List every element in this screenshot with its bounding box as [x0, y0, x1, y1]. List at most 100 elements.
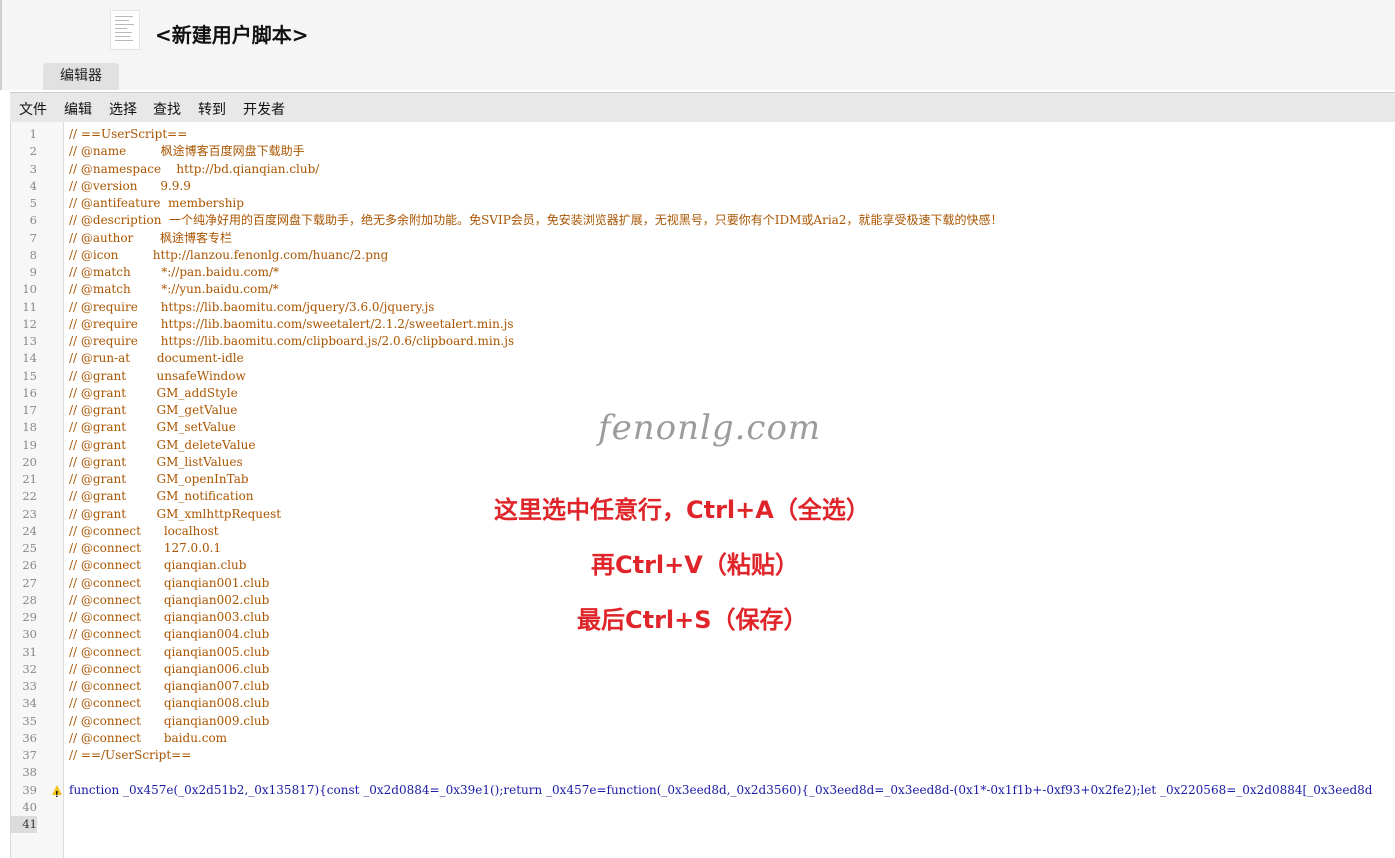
code-text: // @grant GM_getValue [69, 403, 238, 417]
warning-icon[interactable] [52, 784, 62, 803]
line-number: 28 [22, 592, 37, 607]
code-line[interactable]: 9 // @match *://pan.baidu.com/* [11, 264, 1395, 281]
line-number: 16 [22, 385, 37, 400]
line-number: 22 [22, 489, 37, 504]
code-line[interactable]: 2 // @name 枫途博客百度网盘下载助手 [11, 143, 1395, 160]
code-text: // @match *://pan.baidu.com/* [69, 265, 279, 279]
code-line[interactable]: 36 // @connect baidu.com [11, 730, 1395, 747]
code-text: function _0x457e(_0x2d51b2,_0x135817){co… [69, 782, 1373, 797]
menu-developer[interactable]: 开发者 [243, 99, 285, 119]
code-text: // @connect qianqian005.club [69, 644, 270, 659]
line-number: 33 [22, 679, 37, 693]
menu-bar: 文件 编辑 选择 查找 转到 开发者 [10, 92, 1395, 123]
code-text: // @icon http://lanzou.fenonlg.com/huanc… [69, 247, 389, 262]
menu-select[interactable]: 选择 [109, 99, 137, 119]
code-line[interactable]: 6 // @description 一个纯净好用的百度网盘下载助手，绝无多余附加功… [11, 212, 1395, 229]
line-number: 9 [29, 265, 37, 279]
line-number: 25 [22, 541, 37, 555]
code-line[interactable]: 39 function _0x457e(_0x2d51b2,_0x135817){… [11, 782, 1395, 803]
code-line[interactable]: 8 // @icon http://lanzou.fenonlg.com/huan… [11, 247, 1395, 264]
code-text: // @namespace http://bd.qianqian.club/ [69, 161, 320, 176]
code-text: // @version 9.9.9 [69, 178, 191, 193]
code-line[interactable]: 16 // @grant GM_addStyle [11, 385, 1395, 402]
line-number: 27 [22, 575, 37, 590]
code-text: // @grant GM_notification [69, 489, 254, 504]
line-number: 39 [22, 782, 37, 797]
code-line[interactable]: 33 // @connect qianqian007.club [11, 678, 1395, 695]
code-line[interactable]: 15 // @grant unsafeWindow [11, 368, 1395, 385]
window-edge [0, 0, 2, 90]
line-number: 6 [29, 213, 37, 228]
line-number: 32 [22, 661, 37, 676]
code-text: // @grant unsafeWindow [69, 368, 246, 383]
code-text: // @grant GM_deleteValue [69, 437, 256, 452]
code-text: // @grant GM_listValues [69, 454, 243, 469]
code-text: // @require https://lib.baomitu.com/jque… [69, 299, 435, 314]
tab-editor[interactable]: 编辑器 [43, 63, 119, 90]
code-line[interactable]: 5 // @antifeature membership [11, 195, 1395, 212]
line-number: 34 [22, 696, 37, 711]
code-text: // ==UserScript== [69, 127, 188, 141]
code-text: // @description 一个纯净好用的百度网盘下载助手，绝无多余附加功能… [69, 213, 1003, 228]
code-line[interactable]: 13 // @require https://lib.baomitu.com/cl… [11, 333, 1395, 350]
code-line[interactable]: 10 // @match *://yun.baidu.com/* [11, 281, 1395, 298]
code-line[interactable]: 11 // @require https://lib.baomitu.com/jq… [11, 299, 1395, 316]
code-text: // @run-at document-idle [69, 351, 244, 366]
line-number: 3 [29, 161, 37, 176]
code-line[interactable]: 32 // @connect qianqian006.club [11, 661, 1395, 678]
line-number: 19 [22, 437, 37, 452]
code-text: // @match *://yun.baidu.com/* [69, 282, 279, 297]
code-text: // @connect 127.0.0.1 [69, 541, 222, 555]
line-number: 40 [22, 799, 37, 814]
code-text: // @connect qianqian004.club [69, 627, 270, 642]
code-line[interactable]: 21 // @grant GM_openInTab [11, 471, 1395, 488]
code-line[interactable]: 3 // @namespace http://bd.qianqian.club/ [11, 161, 1395, 178]
line-number: 38 [22, 765, 37, 780]
line-number: 41 [11, 816, 37, 833]
code-text: // @name 枫途博客百度网盘下载助手 [69, 144, 305, 159]
menu-goto[interactable]: 转到 [198, 99, 226, 119]
code-line[interactable]: 34 // @connect qianqian008.club [11, 695, 1395, 712]
line-number: 20 [22, 454, 37, 469]
line-number: 26 [22, 558, 37, 573]
code-line[interactable]: 24 // @connect localhost [11, 523, 1395, 540]
script-icon [110, 10, 140, 50]
line-number: 14 [22, 351, 37, 366]
code-line[interactable]: 7 // @author 枫途博客专栏 [11, 230, 1395, 247]
code-line[interactable]: 41 [11, 816, 1395, 833]
code-line[interactable]: 40 [11, 799, 1395, 816]
code-text: // @connect baidu.com [69, 730, 228, 745]
code-text: // @connect localhost [69, 523, 219, 538]
code-line[interactable]: 14 // @run-at document-idle [11, 350, 1395, 367]
code-text: // @require https://lib.baomitu.com/swee… [69, 316, 514, 331]
line-number: 24 [22, 523, 37, 538]
line-number: 17 [22, 403, 37, 417]
code-line[interactable]: 4 // @version 9.9.9 [11, 178, 1395, 195]
code-line[interactable]: 31 // @connect qianqian005.club [11, 644, 1395, 661]
code-line[interactable]: 35 // @connect qianqian009.club [11, 713, 1395, 730]
code-line[interactable]: 20 // @grant GM_listValues [11, 454, 1395, 471]
code-line[interactable]: 12 // @require https://lib.baomitu.com/sw… [11, 316, 1395, 333]
code-text: // @grant GM_xmlhttpRequest [69, 506, 282, 521]
code-text: // @antifeature membership [69, 196, 244, 210]
code-line[interactable]: 37 // ==/UserScript== [11, 747, 1395, 764]
page-title: <新建用户脚本> [155, 23, 309, 47]
line-number: 30 [22, 627, 37, 642]
line-number: 31 [22, 644, 37, 659]
code-line[interactable]: 38 [11, 764, 1395, 781]
line-number: 11 [22, 299, 37, 314]
line-number: 29 [22, 610, 37, 624]
code-line[interactable]: 1 // ==UserScript== [11, 126, 1395, 143]
menu-edit[interactable]: 编辑 [64, 99, 92, 119]
line-number: 15 [22, 368, 37, 383]
line-number: 18 [22, 420, 37, 435]
line-number: 23 [22, 506, 37, 521]
code-text: // @author 枫途博客专栏 [69, 230, 232, 245]
code-text: // @require https://lib.baomitu.com/clip… [69, 334, 515, 348]
line-number: 7 [29, 230, 37, 245]
menu-find[interactable]: 查找 [153, 99, 181, 119]
code-text: // @connect qianqian007.club [69, 679, 270, 693]
line-number: 13 [22, 334, 37, 348]
menu-file[interactable]: 文件 [19, 99, 47, 119]
line-number: 36 [22, 730, 37, 745]
